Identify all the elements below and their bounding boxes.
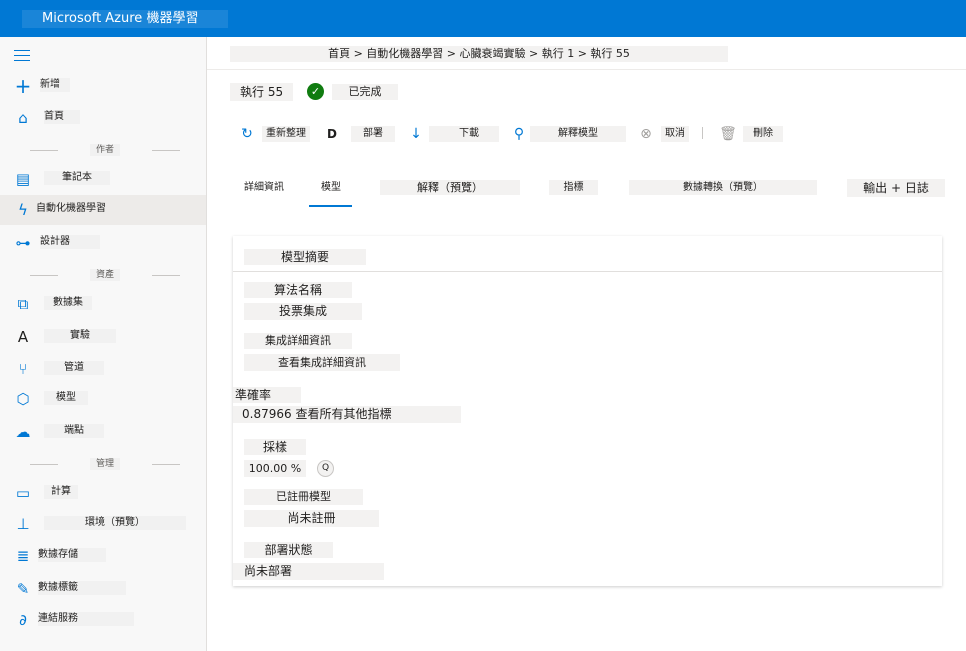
info-icon[interactable]: Q — [317, 460, 334, 477]
sidebar-item-label: 數據集 — [44, 296, 92, 310]
sidebar-item-label: 新增 — [40, 78, 70, 92]
algorithm-label: 算法名稱 — [244, 282, 352, 298]
sampling-value: 100.00 % — [244, 460, 306, 477]
tab-models[interactable]: 模型 — [319, 180, 343, 195]
endpoints-icon: ☁ — [15, 423, 31, 441]
section-manage: 管理 — [30, 458, 180, 470]
active-tab-indicator — [309, 205, 352, 207]
deploy-button[interactable]: D 部署 — [323, 125, 395, 143]
search-icon: ⚲ — [513, 126, 525, 142]
tab-explanations[interactable]: 解釋（預覽） — [380, 180, 520, 195]
datasets-icon: ⧉ — [17, 295, 29, 313]
sidebar-item-new[interactable]: + 新增 — [0, 71, 206, 101]
cancel-button[interactable]: ⊗ 取消 — [637, 125, 689, 143]
toolbar-separator — [702, 127, 703, 139]
sidebar-item-label: 管道 — [44, 361, 104, 375]
ensemble-details-label: 集成詳細資訊 — [244, 333, 352, 349]
download-icon: ↓ — [410, 126, 422, 142]
sidebar-item-datastores[interactable]: ≣ 數據存儲 — [0, 541, 206, 571]
sidebar-item-label: 模型 — [44, 391, 88, 405]
sidebar-item-label: 數據存儲 — [38, 548, 106, 562]
experiments-icon: A — [17, 328, 29, 346]
algorithm-value: 投票集成 — [244, 303, 362, 320]
card-header: 模型摘要 — [233, 236, 942, 272]
view-ensemble-details-link[interactable]: 查看集成詳細資訊 — [244, 354, 400, 371]
models-icon: ⬡ — [16, 390, 30, 408]
refresh-button[interactable]: ↻ 重新整理 — [238, 125, 310, 143]
designer-icon: ⊶ — [15, 234, 31, 252]
sidebar-item-linked-services[interactable]: ∂ 連結服務 — [0, 605, 206, 635]
sidebar-item-label: 計算 — [44, 485, 78, 499]
top-bar: Microsoft Azure 機器學習 — [0, 0, 966, 37]
accuracy-value[interactable]: 0.87966 查看所有其他指標 — [233, 406, 461, 423]
app-title[interactable]: Microsoft Azure 機器學習 — [22, 10, 228, 28]
sidebar-item-automl[interactable]: ϟ 自動化機器學習 — [0, 195, 206, 225]
sidebar-item-label: 首頁 — [44, 110, 80, 124]
linked-services-icon: ∂ — [19, 611, 27, 629]
pipelines-icon: ⑂ — [18, 360, 28, 378]
tab-details[interactable]: 詳細資訊 — [241, 180, 287, 195]
download-button[interactable]: ↓ 下載 — [407, 125, 499, 143]
sidebar-item-designer[interactable]: ⊶ 設計器 — [0, 228, 206, 258]
notebook-icon: ▤ — [15, 170, 31, 188]
sidebar-item-models[interactable]: ⬡ 模型 — [0, 384, 206, 414]
sidebar-item-label: 設計器 — [40, 235, 100, 249]
deploy-status-label: 部署狀態 — [244, 542, 333, 558]
explain-model-button[interactable]: ⚲ 解釋模型 — [510, 125, 626, 143]
sidebar-item-datasets[interactable]: ⧉ 數據集 — [0, 289, 206, 319]
sidebar-item-pipelines[interactable]: ⑂ 管道 — [0, 354, 206, 384]
tab-data-transformation[interactable]: 數據轉換（預覽） — [629, 180, 817, 195]
automl-icon: ϟ — [18, 201, 28, 219]
hamburger-menu-icon[interactable] — [14, 50, 30, 65]
delete-button[interactable]: 🗑 刪除 — [719, 125, 783, 143]
sidebar-item-data-labeling[interactable]: ✎ 數據標籤 — [0, 574, 206, 604]
data-labeling-icon: ✎ — [16, 580, 30, 598]
card-title: 模型摘要 — [244, 249, 366, 265]
sampling-label: 採樣 — [244, 439, 306, 455]
breadcrumb-bar: 首頁 > 自動化機器學習 > 心臟衰竭實驗 > 執行 1 > 執行 55 — [207, 37, 966, 70]
sidebar-item-label: 端點 — [44, 424, 104, 438]
cancel-icon: ⊗ — [640, 126, 652, 142]
sidebar-item-endpoints[interactable]: ☁ 端點 — [0, 417, 206, 447]
sidebar-item-home[interactable]: ⌂ 首頁 — [0, 103, 206, 133]
compute-icon: ▭ — [15, 484, 31, 502]
sidebar-item-compute[interactable]: ▭ 計算 — [0, 478, 206, 508]
sidebar-item-label: 筆記本 — [44, 171, 110, 185]
trash-icon: 🗑 — [719, 126, 737, 142]
registered-model-value: 尚未註冊 — [244, 510, 379, 527]
deploy-icon: D — [327, 127, 337, 141]
breadcrumb[interactable]: 首頁 > 自動化機器學習 > 心臟衰竭實驗 > 執行 1 > 執行 55 — [230, 46, 728, 62]
datastores-icon: ≣ — [16, 547, 30, 565]
registered-model-label: 已註冊模型 — [244, 489, 363, 505]
tab-metrics[interactable]: 指標 — [549, 180, 598, 195]
accuracy-label: 準確率 — [233, 387, 301, 403]
sidebar-item-label: 連結服務 — [38, 612, 134, 626]
tab-outputs-logs[interactable]: 輸出 + 日誌 — [847, 179, 945, 197]
sidebar-item-label: 實驗 — [44, 329, 116, 343]
environments-icon: ⊥ — [16, 515, 30, 533]
refresh-icon: ↻ — [241, 126, 253, 142]
home-icon: ⌂ — [18, 109, 28, 127]
sidebar-item-label: 環境（預覽） — [44, 516, 186, 530]
model-summary-card: 模型摘要 算法名稱 投票集成 集成詳細資訊 查看集成詳細資訊 準確率 0.879… — [233, 236, 942, 586]
plus-icon: + — [14, 74, 32, 98]
section-assets: 資產 — [30, 269, 180, 281]
main-content: 首頁 > 自動化機器學習 > 心臟衰竭實驗 > 執行 1 > 執行 55 執行 … — [207, 37, 966, 651]
section-author: 作者 — [30, 144, 180, 156]
run-title: 執行 55 — [230, 83, 294, 101]
status-badge: 已完成 — [332, 84, 398, 100]
sidebar-item-environments[interactable]: ⊥ 環境（預覽） — [0, 509, 206, 539]
sidebar-item-experiments[interactable]: A 實驗 — [0, 322, 206, 352]
sidebar-item-label: 自動化機器學習 — [36, 203, 106, 214]
sidebar: + 新增 ⌂ 首頁 作者 ▤ 筆記本 ϟ 自動化機器學習 ⊶ 設計器 資產 ⧉ … — [0, 37, 207, 651]
deploy-status-value: 尚未部署 — [233, 563, 384, 580]
check-circle-icon: ✓ — [307, 83, 324, 100]
sidebar-item-label: 數據標籤 — [38, 581, 126, 595]
sidebar-item-notebooks[interactable]: ▤ 筆記本 — [0, 164, 206, 194]
